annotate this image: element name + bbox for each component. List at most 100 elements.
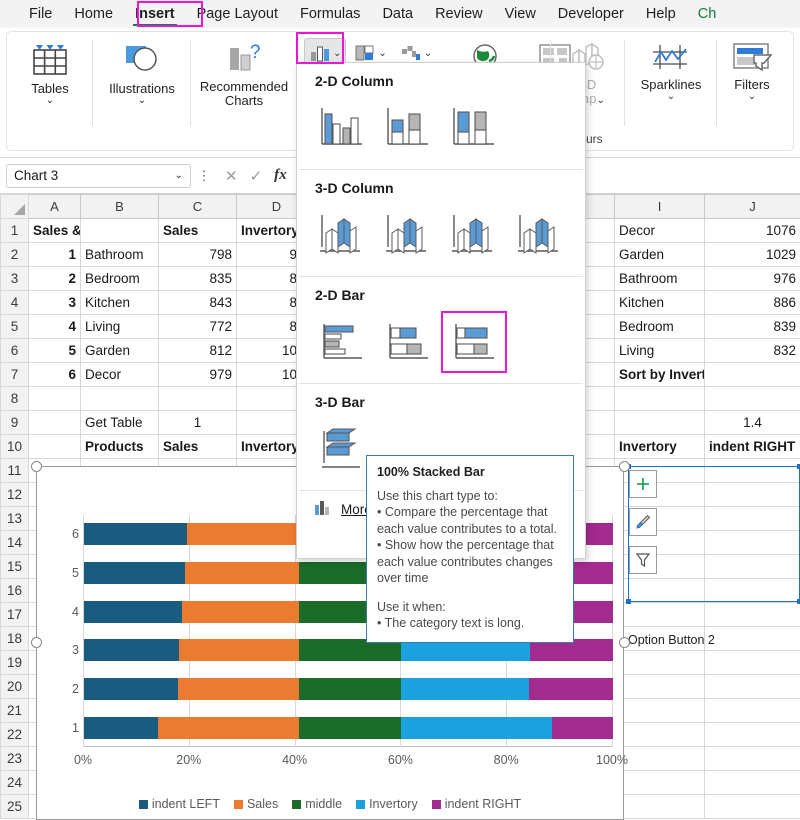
cell-I22[interactable] — [615, 723, 705, 747]
cell-I3[interactable]: Bathroom — [615, 267, 705, 291]
chart-elements-button[interactable] — [629, 470, 657, 498]
chart-bar-segment[interactable] — [179, 639, 299, 661]
cell-J14[interactable] — [705, 531, 800, 555]
chart-bar-segment[interactable] — [401, 639, 530, 661]
sparklines-chevron-icon[interactable]: ⌄ — [667, 92, 675, 101]
row-header-3[interactable]: 3 — [1, 267, 29, 291]
row-header-10[interactable]: 10 — [1, 435, 29, 459]
cell-B5[interactable]: Living — [81, 315, 159, 339]
select-all-corner[interactable] — [1, 195, 29, 219]
chart-legend-item[interactable]: indent LEFT — [139, 797, 220, 811]
ribbon-tab-help[interactable]: Help — [635, 0, 687, 28]
cell-I8[interactable] — [615, 387, 705, 411]
cell-J12[interactable] — [705, 483, 800, 507]
cell-A2[interactable]: 1 — [29, 243, 81, 267]
chart-bar-row[interactable] — [84, 717, 613, 739]
row-header-20[interactable]: 20 — [1, 675, 29, 699]
cell-J3[interactable]: 976 — [705, 267, 800, 291]
cell-I13[interactable] — [615, 507, 705, 531]
cell-I15[interactable] — [615, 555, 705, 579]
row-header-12[interactable]: 12 — [1, 483, 29, 507]
row-header-13[interactable]: 13 — [1, 507, 29, 531]
chart-bar-segment[interactable] — [84, 523, 187, 545]
cancel-icon[interactable]: ✕ — [225, 167, 238, 185]
cell-A9[interactable] — [29, 411, 81, 435]
chart-bar-segment[interactable] — [178, 678, 299, 700]
cell-C7[interactable]: 979 — [159, 363, 237, 387]
cell-J17[interactable] — [705, 603, 800, 627]
chart-bar-segment[interactable] — [84, 562, 185, 584]
cell-I2[interactable]: Garden — [615, 243, 705, 267]
row-header-22[interactable]: 22 — [1, 723, 29, 747]
ribbon-tab-ch[interactable]: Ch — [687, 0, 728, 28]
chart-bar-row[interactable] — [84, 639, 613, 661]
cell-A7[interactable]: 6 — [29, 363, 81, 387]
column-bar-chart-chevron-icon[interactable]: ⌄ — [333, 49, 341, 58]
cell-I6[interactable]: Living — [615, 339, 705, 363]
cell-A8[interactable] — [29, 387, 81, 411]
insert-function-icon[interactable]: fx — [274, 167, 287, 184]
cell-B8[interactable] — [81, 387, 159, 411]
cell-I20[interactable] — [615, 675, 705, 699]
row-header-23[interactable]: 23 — [1, 747, 29, 771]
cell-J10[interactable]: indent RIGHT — [705, 435, 800, 459]
chart-legend[interactable]: indent LEFTSalesmiddleInvertoryindent RI… — [37, 797, 623, 811]
cell-A4[interactable]: 3 — [29, 291, 81, 315]
tables-chevron-icon[interactable]: ⌄ — [46, 96, 54, 105]
chart-bar-segment[interactable] — [299, 639, 402, 661]
row-header-11[interactable]: 11 — [1, 459, 29, 483]
chart-legend-item[interactable]: Sales — [234, 797, 278, 811]
cell-B3[interactable]: Bedroom — [81, 267, 159, 291]
cell-J18[interactable] — [705, 627, 800, 651]
gallery-item-3d-100-stacked-column[interactable] — [441, 204, 507, 266]
row-header-21[interactable]: 21 — [1, 699, 29, 723]
gallery-item-100-stacked-column[interactable] — [441, 97, 507, 159]
ribbon-tab-insert[interactable]: Insert — [124, 0, 186, 28]
filters-chevron-icon[interactable]: ⌄ — [748, 92, 756, 101]
cell-J1[interactable]: 1076 — [705, 219, 800, 243]
filters-button[interactable]: Filters ⌄ — [720, 40, 784, 101]
cell-I19[interactable] — [615, 651, 705, 675]
cell-J24[interactable] — [705, 771, 800, 795]
row-header-5[interactable]: 5 — [1, 315, 29, 339]
column-header-B[interactable]: B — [81, 195, 159, 219]
cell-I21[interactable] — [615, 699, 705, 723]
row-header-8[interactable]: 8 — [1, 387, 29, 411]
cell-B6[interactable]: Garden — [81, 339, 159, 363]
gallery-item-100-stacked-bar[interactable] — [441, 311, 507, 373]
name-box-chevron-icon[interactable]: ⌄ — [175, 171, 183, 180]
ribbon-tab-home[interactable]: Home — [63, 0, 124, 28]
cell-I25[interactable] — [615, 795, 705, 819]
row-header-15[interactable]: 15 — [1, 555, 29, 579]
chart-legend-item[interactable]: Invertory — [356, 797, 418, 811]
cell-B4[interactable]: Kitchen — [81, 291, 159, 315]
row-header-9[interactable]: 9 — [1, 411, 29, 435]
chart-bar-segment[interactable] — [182, 601, 298, 623]
gallery-item-clustered-bar[interactable] — [309, 311, 375, 373]
cell-I4[interactable]: Kitchen — [615, 291, 705, 315]
cell-J16[interactable] — [705, 579, 800, 603]
cell-C2[interactable]: 798 — [159, 243, 237, 267]
column-header-J[interactable]: J — [705, 195, 800, 219]
cell-I10[interactable]: Invertory — [615, 435, 705, 459]
row-header-7[interactable]: 7 — [1, 363, 29, 387]
row-header-18[interactable]: 18 — [1, 627, 29, 651]
cell-A3[interactable]: 2 — [29, 267, 81, 291]
gallery-item-3d-stacked-column[interactable] — [375, 204, 441, 266]
row-header-2[interactable]: 2 — [1, 243, 29, 267]
cell-J19[interactable] — [705, 651, 800, 675]
cell-A5[interactable]: 4 — [29, 315, 81, 339]
cell-J13[interactable] — [705, 507, 800, 531]
formula-bar-kebab-icon[interactable]: ⋮ — [197, 168, 211, 184]
cell-J5[interactable]: 839 — [705, 315, 800, 339]
cell-I12[interactable] — [615, 483, 705, 507]
cell-I14[interactable] — [615, 531, 705, 555]
ribbon-tab-data[interactable]: Data — [371, 0, 424, 28]
recommended-charts-button[interactable]: ? Recommended Charts — [194, 40, 294, 108]
row-header-4[interactable]: 4 — [1, 291, 29, 315]
gallery-item-stacked-column[interactable] — [375, 97, 441, 159]
chart-filters-button[interactable] — [629, 546, 657, 574]
row-header-24[interactable]: 24 — [1, 771, 29, 795]
chart-bar-segment[interactable] — [84, 639, 179, 661]
cell-J8[interactable] — [705, 387, 800, 411]
